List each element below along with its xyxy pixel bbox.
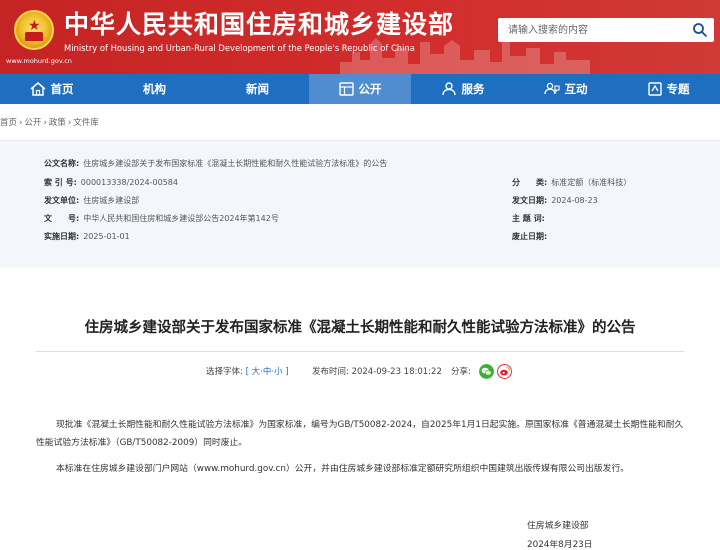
- info-category-label: 分 类:: [512, 178, 548, 187]
- info-category: 分 类: 标准定额（标准科技）: [512, 177, 631, 189]
- info-effective-date-label: 实施日期:: [44, 232, 80, 241]
- nav-home[interactable]: 首页: [0, 74, 103, 104]
- info-doc-number: 文 号: 中华人民共和国住房和城乡建设部公告2024年第142号: [44, 213, 279, 225]
- info-repeal-date: 废止日期:: [512, 231, 551, 243]
- font-size-label: 选择字体:: [206, 367, 243, 377]
- publish-time-label: 发布时间:: [312, 367, 349, 377]
- breadcrumb-separator: ›: [67, 118, 72, 128]
- main-nav: 首页 机构 新闻 公开 服务 互动 专题: [0, 74, 720, 104]
- search-input[interactable]: [498, 18, 682, 42]
- info-subject-label: 主 题 词:: [512, 214, 545, 223]
- publish-time: 发布时间: 2024-09-23 18:01:22: [312, 365, 442, 379]
- service-icon: [441, 82, 456, 96]
- nav-organization-label: 机构: [143, 82, 166, 96]
- nav-service[interactable]: 服务: [411, 74, 514, 104]
- info-index-label: 索 引 号:: [44, 178, 77, 187]
- site-header: ★ 中华人民共和国住房和城乡建设部 Ministry of Housing an…: [0, 0, 720, 74]
- article-paragraph: 现批准《混凝土长期性能和耐久性能试验方法标准》为国家标准，编号为GB/T5008…: [36, 420, 684, 448]
- font-size-selector: 选择字体: [ 大·中·小 ]: [206, 365, 289, 379]
- font-bracket-close: ]: [285, 367, 289, 377]
- info-doc-name-label: 公文名称:: [44, 159, 80, 168]
- breadcrumb-separator: ›: [43, 118, 47, 128]
- info-subject: 主 题 词:: [512, 213, 549, 225]
- info-issue-date-value: 2024-08-23: [551, 196, 598, 205]
- open-icon: [338, 82, 354, 96]
- nav-home-label: 首页: [50, 82, 74, 96]
- nav-news-label: 新闻: [246, 82, 269, 96]
- nav-organization[interactable]: 机构: [103, 74, 206, 104]
- site-title: 中华人民共和国住房和城乡建设部: [64, 10, 455, 39]
- info-effective-date: 实施日期: 2025-01-01: [44, 231, 130, 243]
- info-doc-number-label: 文 号:: [44, 214, 80, 223]
- share-label: 分享:: [451, 367, 471, 377]
- nav-news[interactable]: 新闻: [206, 74, 309, 104]
- breadcrumb-separator: ›: [19, 118, 23, 128]
- info-issuer: 发文单位: 住房城乡建设部: [44, 195, 139, 207]
- info-doc-name: 公文名称: 住房城乡建设部关于发布国家标准《混凝土长期性能和耐久性能试验方法标准》…: [44, 158, 387, 170]
- nav-topic[interactable]: 专题: [617, 74, 720, 104]
- site-subtitle: Ministry of Housing and Urban-Rural Deve…: [64, 43, 415, 53]
- nav-open[interactable]: 公开: [309, 74, 411, 104]
- info-issue-date: 发文日期: 2024-08-23: [512, 195, 598, 207]
- wechat-share-icon[interactable]: [479, 364, 494, 379]
- article-title: 住房城乡建设部关于发布国家标准《混凝土长期性能和耐久性能试验方法标准》的公告: [84, 320, 636, 336]
- font-size-large-button[interactable]: 大: [252, 367, 261, 377]
- info-category-value: 标准定额（标准科技）: [551, 178, 632, 187]
- info-issuer-value: 住房城乡建设部: [83, 196, 140, 205]
- title-divider: [36, 351, 684, 352]
- topic-icon: [647, 82, 662, 96]
- search-box: [498, 18, 714, 42]
- nav-interact[interactable]: 互动: [514, 74, 617, 104]
- interact-icon: [543, 82, 560, 95]
- nav-service-label: 服务: [461, 82, 485, 96]
- info-effective-date-value: 2025-01-01: [83, 232, 130, 241]
- nav-interact-label: 互动: [564, 82, 588, 96]
- article-paragraph: 本标准在住房城乡建设部门户网站（www.mohurd.gov.cn）公开，并由住…: [56, 464, 630, 474]
- breadcrumb-library[interactable]: 文件库: [73, 118, 99, 128]
- breadcrumb-open[interactable]: 公开: [24, 118, 41, 128]
- document-info-panel: 公文名称: 住房城乡建设部关于发布国家标准《混凝土长期性能和耐久性能试验方法标准》…: [0, 140, 720, 268]
- info-index: 索 引 号: 000013338/2024-00584: [44, 177, 178, 189]
- info-doc-number-value: 中华人民共和国住房和城乡建设部公告2024年第142号: [83, 214, 279, 223]
- signature-organization: 住房城乡建设部: [527, 521, 589, 531]
- weibo-share-icon[interactable]: [497, 364, 512, 379]
- signature-date: 2024年8月23日: [527, 540, 593, 550]
- info-issuer-label: 发文单位:: [44, 196, 80, 205]
- breadcrumb-policy[interactable]: 政策: [49, 118, 66, 128]
- publish-time-value: 2024-09-23 18:01:22: [351, 367, 442, 377]
- info-doc-name-value: 住房城乡建设部关于发布国家标准《混凝土长期性能和耐久性能试验方法标准》的公告: [83, 159, 388, 168]
- site-url: www.mohurd.gov.cn: [6, 57, 72, 65]
- home-icon: [30, 82, 45, 96]
- font-size-small-button[interactable]: 小: [274, 367, 283, 377]
- nav-open-label: 公开: [358, 82, 382, 96]
- national-emblem-icon: ★: [14, 10, 54, 50]
- info-issue-date-label: 发文日期:: [512, 196, 548, 205]
- nav-topic-label: 专题: [666, 82, 690, 96]
- info-index-value: 000013338/2024-00584: [80, 178, 178, 187]
- breadcrumb: 首页 › 公开 › 政策 › 文件库: [0, 116, 99, 128]
- font-bracket-open: [: [245, 367, 249, 377]
- search-icon[interactable]: [692, 22, 708, 38]
- breadcrumb-home[interactable]: 首页: [0, 118, 17, 128]
- info-repeal-date-label: 废止日期:: [512, 232, 548, 241]
